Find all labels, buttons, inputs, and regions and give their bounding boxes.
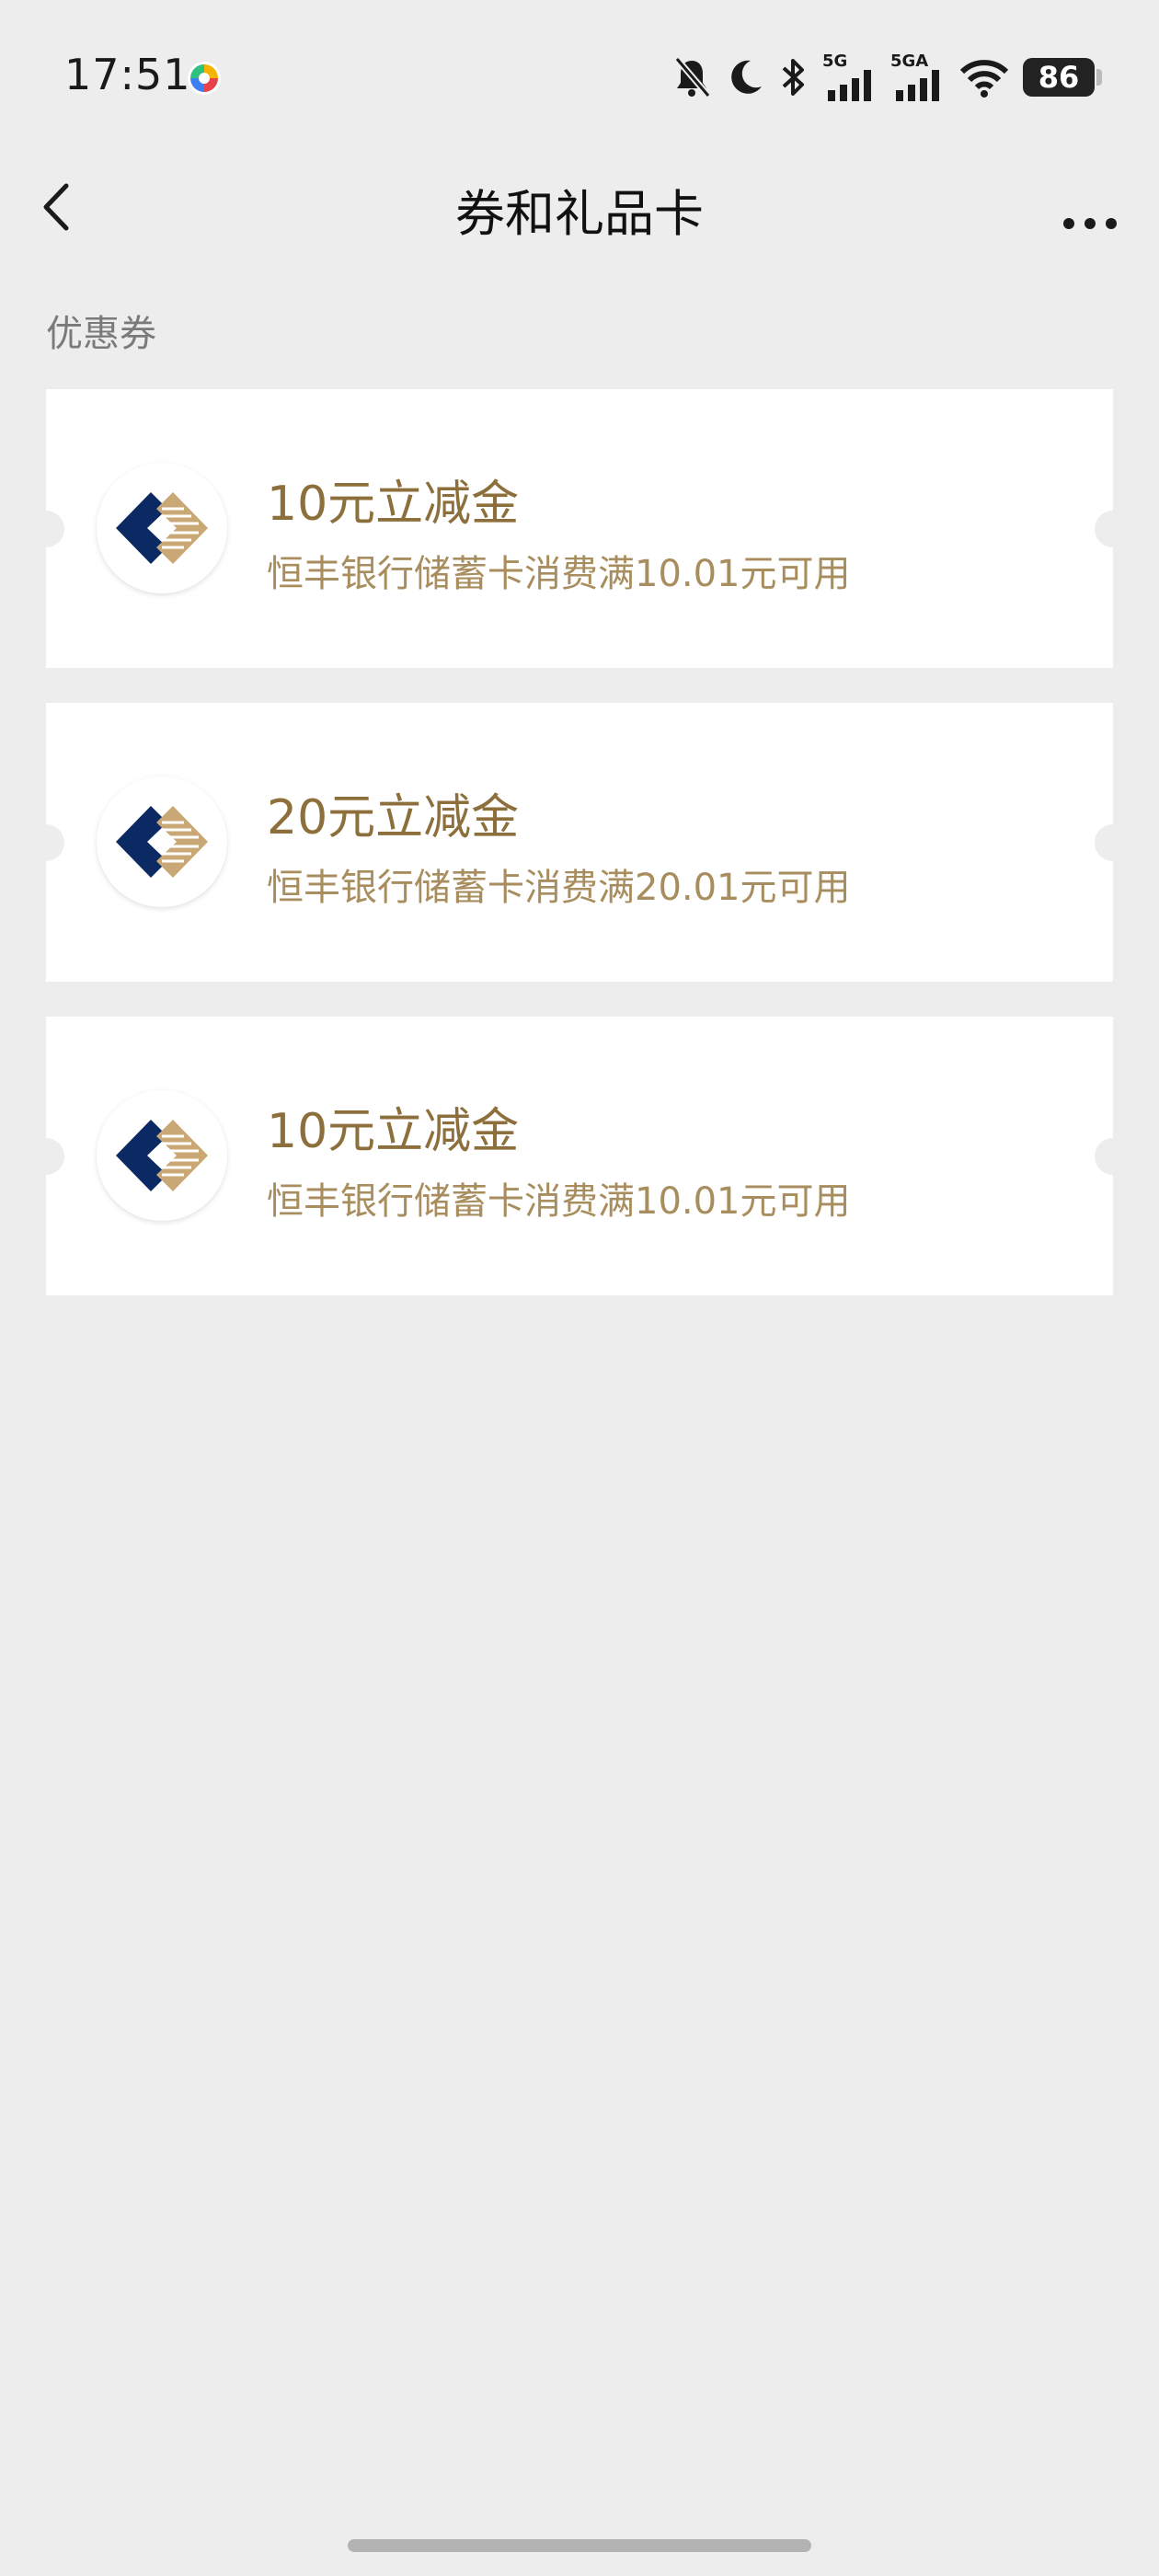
card-notch <box>28 511 64 547</box>
network-label-1: 5G <box>822 52 848 71</box>
card-notch <box>1095 824 1131 861</box>
card-notch <box>28 1138 64 1175</box>
more-button[interactable] <box>1049 175 1131 239</box>
moon-icon <box>731 60 762 94</box>
signal-icon <box>828 70 871 101</box>
coupon-description: 恒丰银行储蓄卡消费满20.01元可用 <box>267 867 851 909</box>
app-icon <box>187 61 222 96</box>
network-label-2: 5GA <box>890 52 929 71</box>
coupon-card[interactable]: 10元立减金 恒丰银行储蓄卡消费满10.01元可用 <box>28 1017 1131 1295</box>
bank-logo-icon <box>97 1090 227 1221</box>
coupon-description: 恒丰银行储蓄卡消费满10.01元可用 <box>267 1180 851 1223</box>
coupon-card[interactable]: 20元立减金 恒丰银行储蓄卡消费满20.01元可用 <box>28 703 1131 982</box>
bluetooth-icon <box>782 59 804 96</box>
mute-bell-icon <box>674 56 711 98</box>
bank-logo-icon <box>97 776 227 907</box>
page-title: 券和礼品卡 <box>455 185 704 243</box>
section-label: 优惠券 <box>46 313 156 355</box>
coupon-list: 10元立减金 恒丰银行储蓄卡消费满10.01元可用 20元立减金 恒丰银行储蓄卡… <box>28 389 1131 1330</box>
coupon-description: 恒丰银行储蓄卡消费满10.01元可用 <box>267 553 851 595</box>
signal-5ga: 5GA <box>890 52 946 103</box>
status-icons: 5G 5GA 86 <box>671 52 1102 103</box>
coupon-title: 10元立减金 <box>267 477 520 532</box>
battery-icon: 86 <box>1023 58 1102 97</box>
status-time: 17:51 <box>64 50 191 99</box>
wifi-icon <box>959 60 1009 98</box>
card-notch <box>1095 1138 1131 1175</box>
more-dots-icon <box>1063 218 1117 229</box>
home-indicator[interactable] <box>348 2539 811 2552</box>
coupon-card[interactable]: 10元立减金 恒丰银行储蓄卡消费满10.01元可用 <box>28 389 1131 668</box>
bank-logo-icon <box>97 463 227 593</box>
signal-5g: 5G <box>822 52 878 103</box>
signal-icon <box>896 70 939 101</box>
card-notch <box>28 824 64 861</box>
battery-level: 86 <box>1038 60 1080 95</box>
card-notch <box>1095 511 1131 547</box>
status-bar: 17:51 5G 5GA 86 <box>0 0 1159 156</box>
coupon-title: 10元立减金 <box>267 1104 520 1159</box>
coupon-title: 20元立减金 <box>267 790 520 845</box>
nav-bar: 券和礼品卡 <box>0 156 1159 258</box>
